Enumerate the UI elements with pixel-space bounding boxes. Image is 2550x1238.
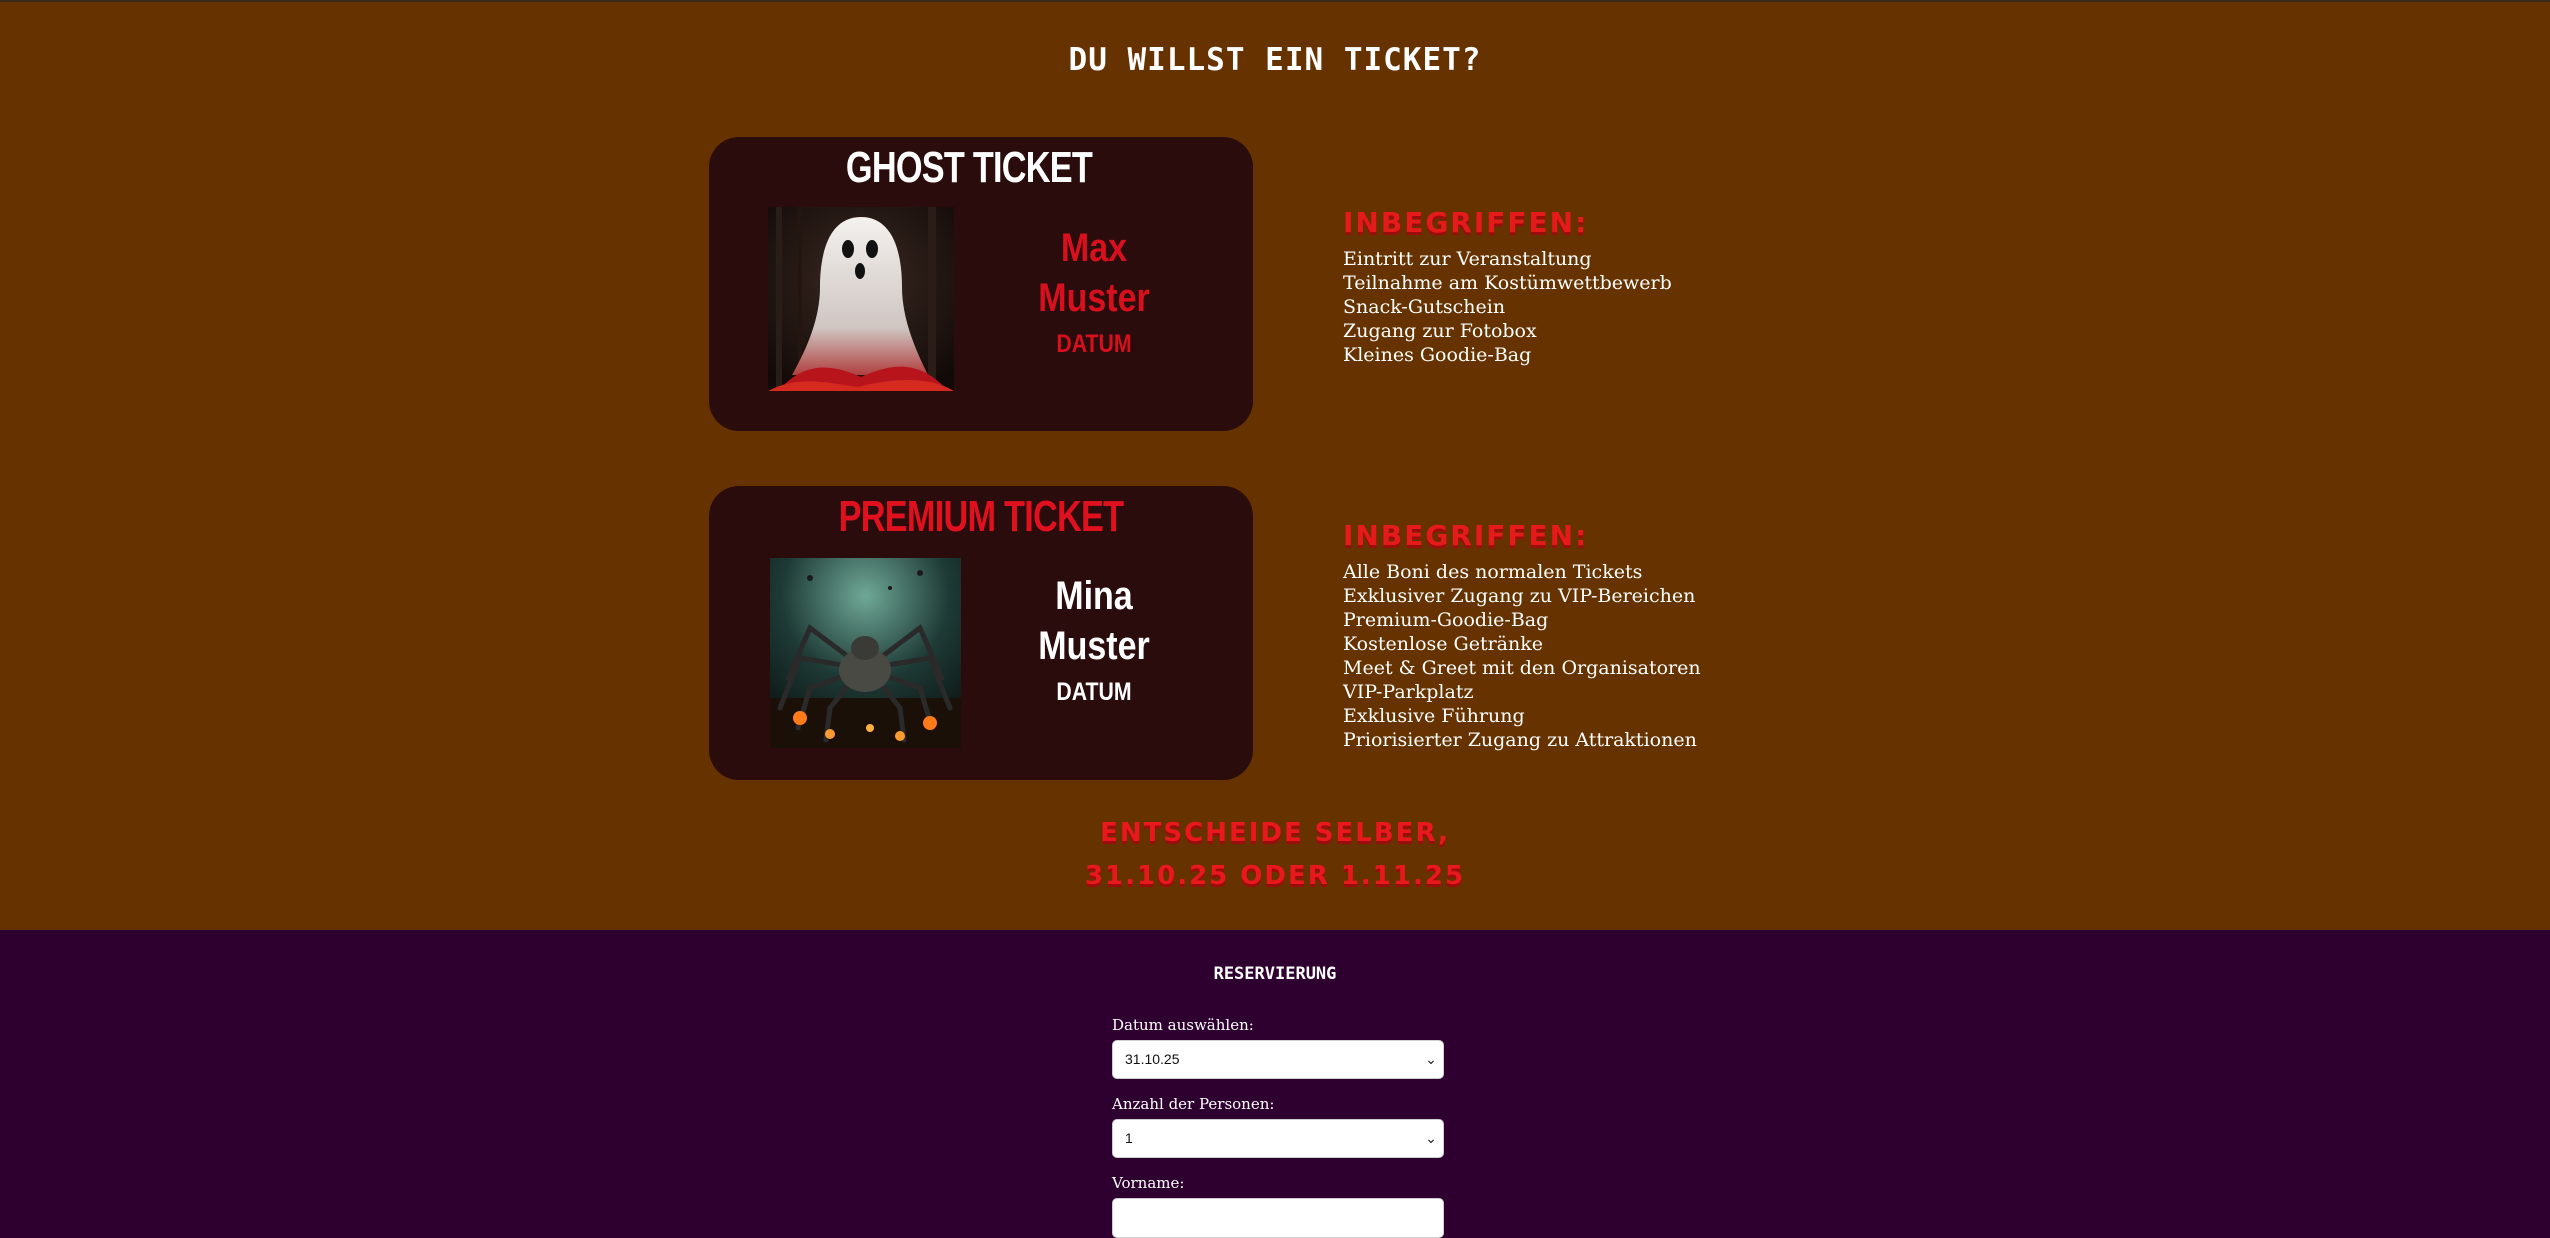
included-item: Meet & Greet mit den Organisatoren <box>1343 657 1701 679</box>
included-item: Premium-Goodie-Bag <box>1343 609 1549 631</box>
ticket-section: DU WILLST EIN TICKET? GHOST TICKET Max M… <box>0 0 2550 930</box>
included-item: Eintritt zur Veranstaltung <box>1343 248 1592 270</box>
reservation-title: RESERVIERUNG <box>1213 964 1337 984</box>
included-item: Kostenlose Getränke <box>1343 633 1544 655</box>
ticket-holder: Max Muster DATUM <box>999 223 1189 363</box>
decide-heading: ENTSCHEIDE SELBER, <box>1100 818 1450 848</box>
ghost-ticket-card[interactable]: GHOST TICKET Max Muster DATUM <box>709 137 1253 431</box>
holder-first-name: Mina <box>1055 574 1133 618</box>
decide-dates: 31.10.25 ODER 1.11.25 <box>1084 861 1466 891</box>
ticket-date: DATUM <box>1056 330 1132 358</box>
ticket-name: GHOST TICKET <box>845 143 1093 192</box>
spider-illustration <box>770 558 961 748</box>
holder-last-name: Muster <box>1038 624 1150 668</box>
ghost-included-list: INBEGRIFFEN: Eintritt zur Veranstaltung … <box>1343 206 1672 367</box>
included-heading: INBEGRIFFEN: <box>1343 519 1589 552</box>
ticket-holder: Mina Muster DATUM <box>999 571 1189 711</box>
ghost-illustration <box>768 207 954 391</box>
included-item: Teilnahme am Kostümwettbewerb <box>1343 272 1672 294</box>
premium-included-list: INBEGRIFFEN: Alle Boni des normalen Tick… <box>1343 519 1701 752</box>
included-item: Exklusive Führung <box>1343 705 1525 727</box>
holder-first-name: Max <box>1060 226 1128 270</box>
ticket-name: PREMIUM TICKET <box>838 492 1124 541</box>
persons-label: Anzahl der Personen: <box>1112 1095 1275 1113</box>
date-select-value: 31.10.25 <box>1125 1051 1180 1067</box>
included-item: Alle Boni des normalen Tickets <box>1343 561 1643 583</box>
holder-last-name: Muster <box>1038 276 1150 320</box>
included-item: VIP-Parkplatz <box>1343 681 1474 703</box>
firstname-input[interactable] <box>1112 1198 1444 1238</box>
date-label: Datum auswählen: <box>1112 1016 1254 1034</box>
persons-select[interactable]: 1 ⌄ <box>1112 1119 1444 1158</box>
included-item: Exklusiver Zugang zu VIP-Bereichen <box>1343 585 1696 607</box>
included-item: Snack-Gutschein <box>1343 296 1506 318</box>
persons-select-value: 1 <box>1125 1130 1133 1146</box>
ticket-date: DATUM <box>1056 678 1132 706</box>
reservation-section: RESERVIERUNG Datum auswählen: 31.10.25 ⌄… <box>0 930 2550 1238</box>
page-title: DU WILLST EIN TICKET? <box>1068 42 1482 78</box>
date-select[interactable]: 31.10.25 ⌄ <box>1112 1040 1444 1079</box>
chevron-down-icon: ⌄ <box>1425 1051 1437 1067</box>
premium-ticket-card[interactable]: PREMIUM TICKET Mina Muster DATUM <box>709 486 1253 780</box>
chevron-down-icon: ⌄ <box>1425 1130 1437 1146</box>
firstname-label: Vorname: <box>1112 1174 1185 1192</box>
top-divider <box>0 0 2550 2</box>
included-item: Priorisierter Zugang zu Attraktionen <box>1343 729 1697 751</box>
included-item: Zugang zur Fotobox <box>1343 320 1537 342</box>
included-heading: INBEGRIFFEN: <box>1343 206 1589 239</box>
included-item: Kleines Goodie-Bag <box>1343 344 1532 366</box>
